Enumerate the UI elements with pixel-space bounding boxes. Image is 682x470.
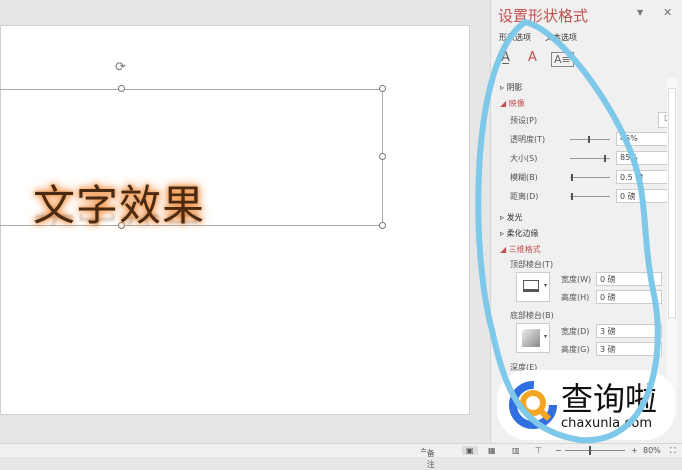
transparency-input[interactable]: 45% — [616, 132, 667, 146]
section-soft-edges[interactable]: ▹ 柔化边缘 — [500, 228, 539, 239]
blur-slider[interactable] — [570, 174, 610, 181]
top-height-label: 高度(H) — [561, 293, 590, 302]
bottom-bevel-label: 底部棱台(B) — [510, 311, 554, 320]
label: 映像 — [508, 99, 525, 108]
slideshow-icon[interactable]: ⊤ — [535, 446, 542, 455]
label: 发光 — [506, 213, 523, 222]
resize-handle[interactable] — [118, 85, 125, 92]
textbox-icon[interactable]: A≡ — [551, 52, 574, 67]
size-label: 大小(S) — [510, 154, 538, 163]
preset-label: 预设(P) — [510, 116, 538, 125]
zoom-in-button[interactable]: + — [631, 446, 638, 455]
blur-label: 模糊(B) — [510, 173, 538, 182]
watermark-logo: 查询啦 chaxunla.com — [497, 370, 675, 440]
zoom-slider[interactable] — [565, 446, 625, 455]
bottom-bevel-dropdown[interactable]: ▾ — [516, 323, 550, 353]
bottom-height-label: 高度(G) — [561, 345, 590, 354]
preset-dropdown[interactable]: □▾ — [658, 112, 667, 128]
distance-slider[interactable] — [570, 193, 610, 200]
transparency-slider[interactable] — [570, 136, 610, 143]
status-bar: ≐ 备注 ▣ ▦ ▥ ⊤ − + 80% ⛶ — [0, 443, 682, 469]
watermark-icon — [509, 381, 557, 429]
top-width-label: 宽度(W) — [561, 275, 592, 284]
top-bevel-label: 顶部棱台(T) — [510, 260, 554, 269]
size-slider[interactable] — [570, 155, 610, 162]
section-shadow[interactable]: ▹ 阴影 — [500, 82, 523, 93]
transparency-label: 透明度(T) — [510, 135, 546, 144]
reading-view-icon[interactable]: ▥ — [512, 446, 520, 455]
distance-input[interactable]: 0 磅 — [616, 189, 667, 203]
bottom-width-input[interactable]: 3 磅 — [596, 324, 662, 338]
fit-slide-icon[interactable]: ⛶ — [670, 446, 676, 456]
section-3d-format[interactable]: ◢ 三维格式 — [500, 244, 541, 255]
top-width-input[interactable]: 0 磅 — [596, 272, 662, 286]
slide-sorter-icon[interactable]: ▦ — [488, 446, 496, 455]
blur-input[interactable]: 0.5 磅 — [616, 170, 667, 184]
text-effects-icon[interactable]: A — [528, 50, 537, 65]
label: 阴影 — [506, 83, 523, 92]
tab-text-options[interactable]: 文本选项 — [545, 33, 577, 42]
size-input[interactable]: 85% — [616, 151, 667, 165]
resize-handle[interactable] — [379, 153, 386, 160]
watermark-name: 查询啦 — [561, 380, 658, 418]
notes-button[interactable]: ≐ 备注 — [420, 446, 435, 469]
zoom-level[interactable]: 80% — [643, 446, 661, 455]
label: 柔化边缘 — [506, 229, 539, 238]
notes-label: 备注 — [426, 449, 435, 469]
pane-options-icon[interactable]: ▼ — [637, 8, 643, 17]
pane-content: ▹ 阴影 ◢ 映像 预设(P) □▾ 透明度(T) 45% 大小(S) 85% 模糊(… — [490, 78, 667, 418]
zoom-out-button[interactable]: − — [555, 446, 562, 455]
wordart-reflection: 文字效果 — [33, 214, 205, 238]
section-glow[interactable]: ▹ 发光 — [500, 212, 523, 223]
label: 三维格式 — [508, 245, 541, 254]
top-bevel-dropdown[interactable]: ▾ — [516, 272, 550, 302]
bottom-height-input[interactable]: 3 磅 — [596, 342, 662, 356]
pane-title: 设置形状格式 — [498, 7, 589, 25]
pane-scrollbar[interactable] — [667, 78, 677, 418]
normal-view-icon[interactable]: ▣ — [462, 446, 478, 455]
text-fill-outline-icon[interactable]: A̲ — [501, 50, 510, 65]
close-icon[interactable]: ✕ — [663, 6, 672, 19]
distance-label: 距离(D) — [510, 192, 539, 201]
tab-shape-options[interactable]: 形状选项 — [499, 33, 531, 42]
rotate-handle-icon[interactable]: ⟳ — [115, 60, 126, 75]
resize-handle[interactable] — [379, 85, 386, 92]
top-height-input[interactable]: 0 磅 — [596, 290, 662, 304]
resize-handle[interactable] — [379, 222, 386, 229]
section-reflection[interactable]: ◢ 映像 — [500, 98, 525, 109]
watermark-url: chaxunla.com — [561, 416, 652, 431]
bottom-width-label: 宽度(D) — [561, 327, 590, 336]
